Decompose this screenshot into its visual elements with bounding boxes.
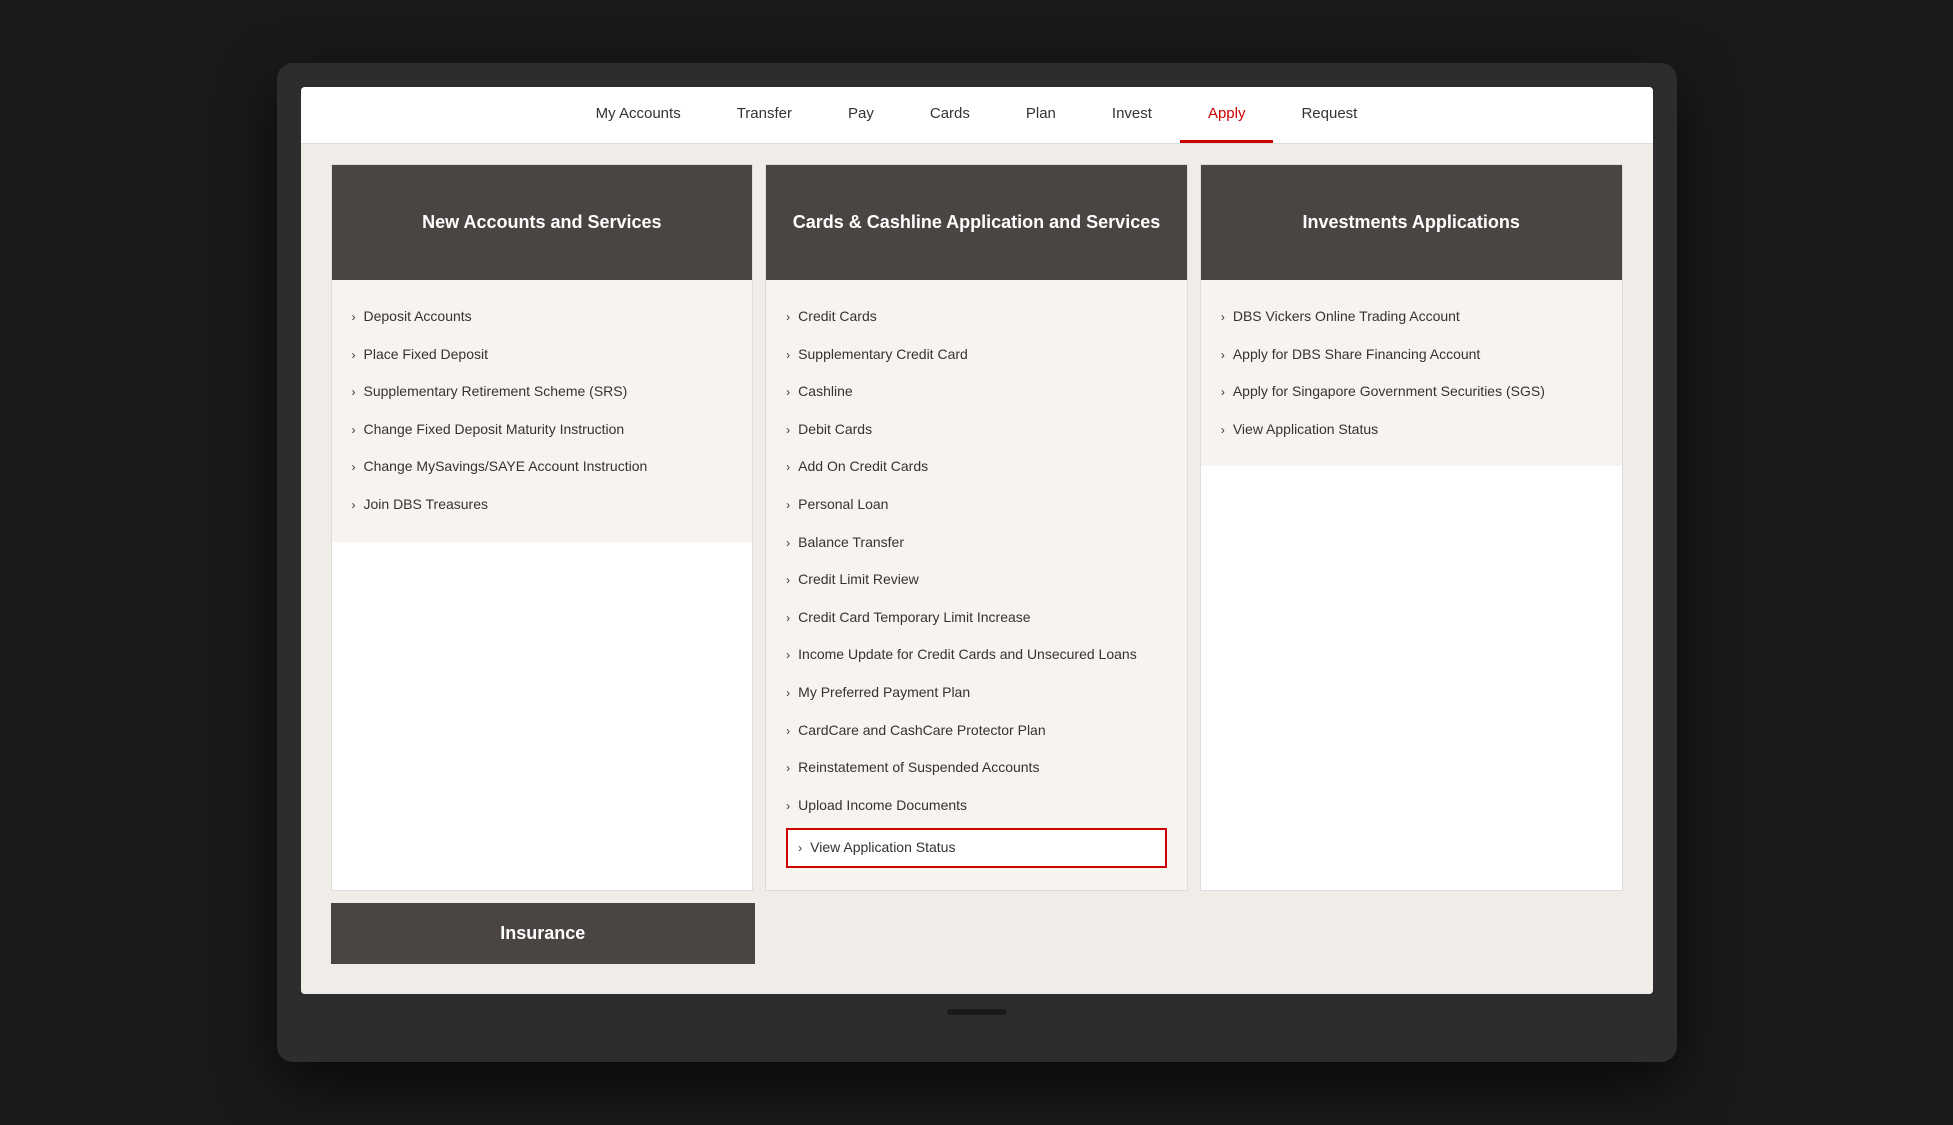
chevron-icon: ›	[786, 760, 790, 777]
chevron-icon: ›	[352, 384, 356, 401]
list-item[interactable]: › Deposit Accounts	[352, 298, 733, 336]
list-item[interactable]: › Balance Transfer	[786, 524, 1167, 562]
investments-header: Investments Applications	[1201, 165, 1622, 280]
list-item[interactable]: › View Application Status	[1221, 411, 1602, 449]
list-item[interactable]: › Supplementary Retirement Scheme (SRS)	[352, 373, 733, 411]
chevron-icon: ›	[786, 610, 790, 627]
chevron-icon: ›	[786, 798, 790, 815]
chevron-icon: ›	[352, 422, 356, 439]
list-item[interactable]: › CardCare and CashCare Protector Plan	[786, 712, 1167, 750]
chevron-icon: ›	[786, 572, 790, 589]
nav-bar: My Accounts Transfer Pay Cards Plan Inve…	[301, 87, 1653, 144]
chevron-icon: ›	[798, 840, 802, 857]
content-area: New Accounts and Services › Deposit Acco…	[301, 144, 1653, 994]
chevron-icon: ›	[786, 309, 790, 326]
list-item[interactable]: › My Preferred Payment Plan	[786, 674, 1167, 712]
list-item[interactable]: › Apply for Singapore Government Securit…	[1221, 373, 1602, 411]
cards-cashline-header: Cards & Cashline Application and Service…	[766, 165, 1187, 280]
list-item[interactable]: › Join DBS Treasures	[352, 486, 733, 524]
list-item[interactable]: › Personal Loan	[786, 486, 1167, 524]
list-item[interactable]: › Reinstatement of Suspended Accounts	[786, 749, 1167, 787]
screen: My Accounts Transfer Pay Cards Plan Inve…	[301, 87, 1653, 994]
investments-body: › DBS Vickers Online Trading Account › A…	[1201, 280, 1622, 466]
bottom-section: Insurance	[331, 903, 1623, 964]
list-item[interactable]: › Income Update for Credit Cards and Uns…	[786, 636, 1167, 674]
view-application-status-link[interactable]: › View Application Status	[786, 828, 1167, 868]
chevron-icon: ›	[1221, 422, 1225, 439]
chevron-icon: ›	[786, 384, 790, 401]
chevron-icon: ›	[1221, 384, 1225, 401]
chevron-icon: ›	[786, 422, 790, 439]
list-item[interactable]: › Change Fixed Deposit Maturity Instruct…	[352, 411, 733, 449]
nav-plan[interactable]: Plan	[998, 87, 1084, 143]
chevron-icon: ›	[352, 309, 356, 326]
nav-my-accounts[interactable]: My Accounts	[568, 87, 709, 143]
chevron-icon: ›	[352, 347, 356, 364]
list-item[interactable]: › Credit Cards	[786, 298, 1167, 336]
chevron-icon: ›	[786, 647, 790, 664]
list-item[interactable]: › Upload Income Documents	[786, 787, 1167, 825]
new-accounts-body: › Deposit Accounts › Place Fixed Deposit…	[332, 280, 753, 542]
nav-items: My Accounts Transfer Pay Cards Plan Inve…	[568, 87, 1386, 143]
chevron-icon: ›	[786, 535, 790, 552]
laptop-notch	[947, 1009, 1007, 1015]
column-cards-cashline: Cards & Cashline Application and Service…	[765, 164, 1188, 891]
chevron-icon: ›	[1221, 309, 1225, 326]
list-item[interactable]: › Apply for DBS Share Financing Account	[1221, 336, 1602, 374]
laptop-frame: My Accounts Transfer Pay Cards Plan Inve…	[277, 63, 1677, 1062]
cards-cashline-body: › Credit Cards › Supplementary Credit Ca…	[766, 280, 1187, 890]
chevron-icon: ›	[786, 497, 790, 514]
insurance-header: Insurance	[331, 903, 756, 964]
columns-container: New Accounts and Services › Deposit Acco…	[331, 164, 1623, 891]
list-item[interactable]: › Add On Credit Cards	[786, 448, 1167, 486]
nav-pay[interactable]: Pay	[820, 87, 902, 143]
list-item[interactable]: › DBS Vickers Online Trading Account	[1221, 298, 1602, 336]
column-investments: Investments Applications › DBS Vickers O…	[1200, 164, 1623, 891]
list-item[interactable]: › Credit Limit Review	[786, 561, 1167, 599]
new-accounts-header: New Accounts and Services	[332, 165, 753, 280]
chevron-icon: ›	[786, 459, 790, 476]
list-item[interactable]: › Change MySavings/SAYE Account Instruct…	[352, 448, 733, 486]
chevron-icon: ›	[786, 347, 790, 364]
chevron-icon: ›	[352, 459, 356, 476]
nav-transfer[interactable]: Transfer	[709, 87, 820, 143]
list-item[interactable]: › Credit Card Temporary Limit Increase	[786, 599, 1167, 637]
chevron-icon: ›	[786, 723, 790, 740]
nav-cards[interactable]: Cards	[902, 87, 998, 143]
nav-invest[interactable]: Invest	[1084, 87, 1180, 143]
nav-request[interactable]: Request	[1273, 87, 1385, 143]
list-item[interactable]: › Debit Cards	[786, 411, 1167, 449]
chevron-icon: ›	[352, 497, 356, 514]
nav-apply[interactable]: Apply	[1180, 87, 1274, 143]
laptop-bottom	[301, 1002, 1653, 1022]
column-new-accounts: New Accounts and Services › Deposit Acco…	[331, 164, 754, 891]
list-item[interactable]: › Supplementary Credit Card	[786, 336, 1167, 374]
chevron-icon: ›	[1221, 347, 1225, 364]
list-item[interactable]: › Cashline	[786, 373, 1167, 411]
list-item[interactable]: › Place Fixed Deposit	[352, 336, 733, 374]
chevron-icon: ›	[786, 685, 790, 702]
